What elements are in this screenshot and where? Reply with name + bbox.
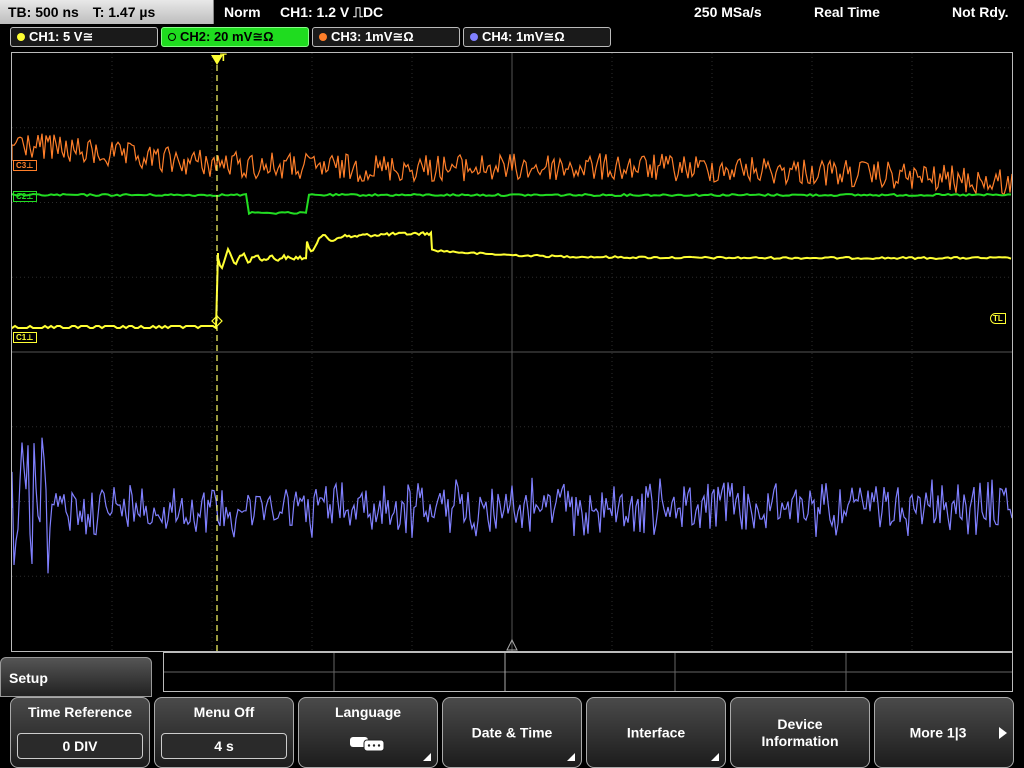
channel-1-dot-icon — [17, 33, 25, 41]
submenu-indicator-icon — [567, 753, 575, 761]
channel-4-dot-icon — [470, 33, 478, 41]
device-information-label: Device Information — [731, 716, 869, 750]
device-information-button[interactable]: Device Information — [730, 697, 870, 768]
interface-label: Interface — [626, 724, 686, 740]
waveform-canvas — [12, 53, 1012, 651]
device-information-line2: Information — [761, 732, 839, 749]
time-reference-label: Time Reference — [27, 704, 132, 720]
channel-3-dot-icon — [319, 33, 327, 41]
device-information-line1: Device — [777, 715, 823, 732]
next-page-arrow-icon — [999, 726, 1007, 739]
status-bar: TB: 500 ns T: 1.47 µs Norm CH1: 1.2 V ⎍D… — [0, 0, 1024, 24]
channel-4-label: CH4: 1mV≅Ω — [482, 29, 565, 44]
channel-2-tab[interactable]: CH2: 20 mV≅Ω — [161, 27, 309, 47]
menu-off-button[interactable]: Menu Off 4 s — [154, 697, 294, 768]
channel-2-dot-icon — [168, 33, 176, 41]
channel-3-label: CH3: 1mV≅Ω — [331, 29, 414, 44]
date-time-label: Date & Time — [471, 724, 553, 740]
channel-2-label: CH2: 20 mV≅Ω — [180, 29, 274, 44]
speech-bubbles-icon — [348, 734, 388, 759]
interface-button[interactable]: Interface — [586, 697, 726, 768]
timebase-value: TB: 500 ns — [8, 4, 79, 20]
channel-3-marker[interactable]: C3⊥ — [13, 160, 37, 171]
submenu-indicator-icon — [423, 753, 431, 761]
trigger-time-value: T: 1.47 µs — [92, 4, 156, 20]
channel-3-tab[interactable]: CH3: 1mV≅Ω — [312, 27, 460, 47]
time-reference-button[interactable]: Time Reference 0 DIV — [10, 697, 150, 768]
time-reference-value: 0 DIV — [17, 733, 143, 759]
sample-rate: 250 MSa/s — [694, 4, 762, 20]
trigger-source[interactable]: CH1: 1.2 V ⎍DC — [280, 0, 383, 24]
channel-1-tab[interactable]: CH1: 5 V≅ — [10, 27, 158, 47]
channel-2-marker[interactable]: C2⊥ — [13, 191, 37, 202]
more-label: More 1|3 — [909, 724, 967, 740]
zoom-navigation-strip[interactable] — [163, 652, 1013, 692]
menu-off-label: Menu Off — [193, 704, 255, 720]
language-label: Language — [334, 704, 402, 720]
acquisition-mode: Real Time — [814, 4, 880, 20]
more-button[interactable]: More 1|3 — [874, 697, 1014, 768]
trigger-mode[interactable]: Norm — [224, 0, 261, 24]
date-time-button[interactable]: Date & Time — [442, 697, 582, 768]
channel-1-label: CH1: 5 V≅ — [29, 29, 94, 44]
channel-bar: CH1: 5 V≅ CH2: 20 mV≅Ω CH3: 1mV≅Ω CH4: 1… — [0, 26, 1024, 48]
submenu-indicator-icon — [711, 753, 719, 761]
timebase-box[interactable]: TB: 500 ns T: 1.47 µs — [0, 0, 214, 24]
zoom-strip-canvas — [164, 653, 1012, 691]
acquisition-status: Not Rdy. — [952, 4, 1009, 20]
trigger-position-marker: T — [220, 52, 227, 64]
channel-1-marker[interactable]: C1⊥ — [13, 332, 37, 343]
language-button[interactable]: Language — [298, 697, 438, 768]
menu-title-setup: Setup — [0, 657, 152, 697]
trigger-level-marker[interactable]: TL — [990, 313, 1006, 324]
graticule-grid — [12, 53, 1012, 651]
menu-off-value: 4 s — [161, 733, 287, 759]
channel-4-tab[interactable]: CH4: 1mV≅Ω — [463, 27, 611, 47]
waveform-display[interactable]: T C3⊥ C2⊥ C1⊥ TL — [11, 52, 1013, 652]
